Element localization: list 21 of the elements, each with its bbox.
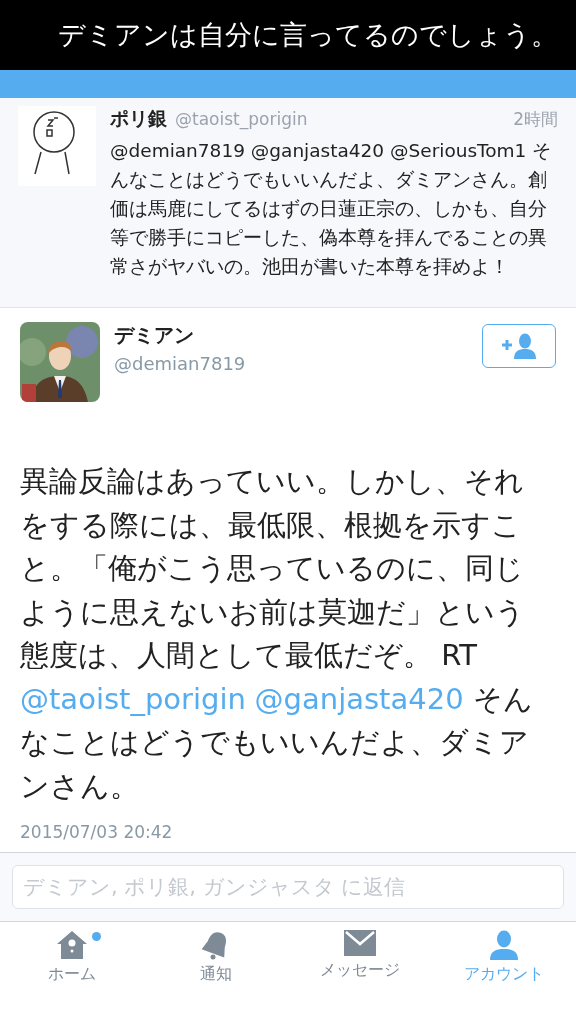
envelope-icon — [344, 930, 376, 956]
birdhouse-icon — [56, 930, 88, 960]
author-handle: @taoist_porigin — [175, 109, 309, 129]
mention-link[interactable]: @ganjasta420 — [254, 681, 464, 716]
person-icon — [488, 930, 520, 960]
author-handle: @demian7819 — [114, 353, 247, 374]
tweet-text: @demian7819 @ganjasta420 @SeriousTom1 そんなことはどうでもいいんだよ、ダミアンさん。創価は馬鹿にしてるはずの日蓮正宗の、しかも、自分等で勝手にコピーした、偽本尊を拝んでることの異常さがヤバいの。池田が書いた本尊を拝めよ！ — [110, 139, 553, 279]
add-user-icon — [501, 333, 537, 359]
caption-text: デミアンは自分に言ってるのでしょう。 — [57, 18, 558, 52]
author-name: デミアン — [114, 322, 195, 349]
follow-button[interactable] — [482, 324, 556, 368]
tweet-text: 異論反論はあっていい。しかし、それをする際には、最低限、根拠を示すこと。「俺がこう思っているのに、同じように思えないお前は莫迦だ」という態度は、人間として最低だぞ。 RT @taoist_porigin @ganjasta420 そんなことはどうでもいいんだよ、ダミアンさん。 — [20, 463, 534, 805]
mention-link[interactable]: @taoist_porigin — [20, 681, 246, 716]
reply-field[interactable]: デミアン, ポリ銀, ガンジャスタ に返信 — [12, 865, 564, 909]
author-name: ポリ銀 — [110, 106, 167, 131]
tab[interactable]: アカウント — [432, 922, 576, 1024]
tab[interactable]: 通知 — [144, 922, 288, 1024]
tweet-timestamp: 2015/07/03 20:42 — [20, 822, 174, 842]
tweet-time: 2時間 — [513, 108, 558, 131]
tab[interactable]: メッセージ — [288, 922, 432, 1024]
tab[interactable]: ホーム — [0, 922, 144, 1024]
